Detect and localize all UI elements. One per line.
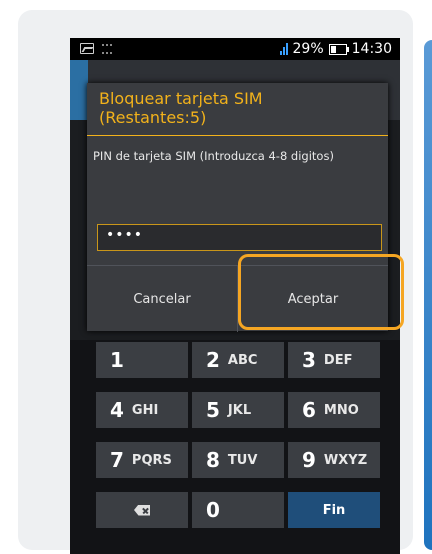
battery-icon <box>328 43 349 55</box>
status-right: 29% 14:30 <box>279 41 392 57</box>
key-letters: DEF <box>323 352 353 368</box>
signal-icon <box>279 43 288 55</box>
key-letters: WXYZ <box>323 452 368 468</box>
key-number: 6 <box>302 398 316 422</box>
background-app-accent <box>70 60 88 120</box>
key-letters: JKL <box>227 402 252 418</box>
status-left <box>80 43 112 54</box>
key-8[interactable]: 8 TUV <box>192 442 284 478</box>
numeric-keypad: 1 2 ABC 3 DEF 4 GHI 5 JKL 6 MNO 7 PQRS 8… <box>70 340 400 554</box>
gallery-icon <box>80 43 94 54</box>
key-3[interactable]: 3 DEF <box>288 342 380 378</box>
key-letters: MNO <box>323 402 359 418</box>
key-number: 5 <box>206 398 220 422</box>
key-number: 9 <box>302 448 316 472</box>
dialog-title-line1: Bloquear tarjeta SIM <box>99 89 263 108</box>
key-4[interactable]: 4 GHI <box>96 392 188 428</box>
key-9[interactable]: 9 WXYZ <box>288 442 380 478</box>
status-bar: 29% 14:30 <box>70 38 400 60</box>
key-number: 1 <box>110 348 124 372</box>
dialog-message: PIN de tarjeta SIM (Introduzca 4-8 digit… <box>93 149 334 163</box>
fin-key-label: Fin <box>322 502 346 518</box>
key-letters: PQRS <box>131 452 172 468</box>
status-time: 14:30 <box>351 41 392 57</box>
key-number: 3 <box>302 348 316 372</box>
key-number: 0 <box>206 498 220 522</box>
dialog-title-divider <box>87 135 388 136</box>
battery-percent: 29% <box>292 41 324 57</box>
pin-input[interactable]: •••• <box>97 224 382 251</box>
key-7[interactable]: 7 PQRS <box>96 442 188 478</box>
highlight-box <box>238 254 404 330</box>
accent-stripe <box>424 40 432 550</box>
key-letters: ABC <box>227 352 258 368</box>
key-letters: GHI <box>131 402 159 418</box>
dialog-title: Bloquear tarjeta SIM (Restantes:5) <box>99 89 359 127</box>
key-5[interactable]: 5 JKL <box>192 392 284 428</box>
cancel-button[interactable]: Cancelar <box>87 266 238 332</box>
key-number: 7 <box>110 448 124 472</box>
key-2[interactable]: 2 ABC <box>192 342 284 378</box>
dialog-title-line2: (Restantes:5) <box>99 108 207 127</box>
pin-input-value: •••• <box>106 227 144 243</box>
key-letters: TUV <box>227 452 258 468</box>
key-number: 2 <box>206 348 220 372</box>
fin-key[interactable]: Fin <box>288 492 380 528</box>
key-0[interactable]: 0 <box>192 492 284 528</box>
key-number: 8 <box>206 448 220 472</box>
key-number: 4 <box>110 398 124 422</box>
key-1[interactable]: 1 <box>96 342 188 378</box>
backspace-key[interactable] <box>96 492 188 528</box>
backspace-icon <box>134 504 150 516</box>
key-6[interactable]: 6 MNO <box>288 392 380 428</box>
keyboard-icon <box>102 44 112 54</box>
